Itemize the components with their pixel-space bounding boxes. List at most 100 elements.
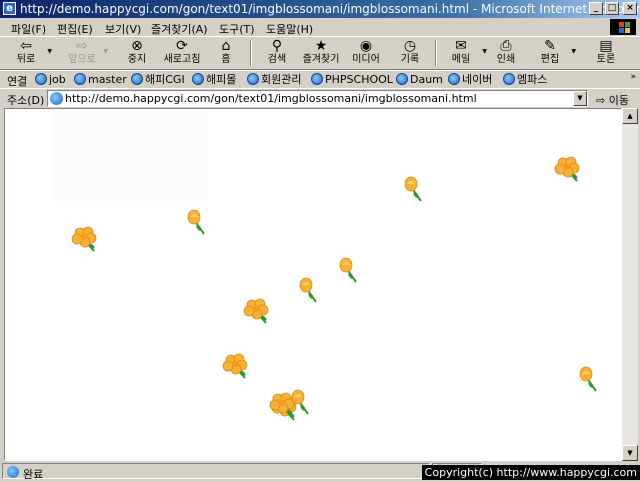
menu-bar: 파일(F) 편집(E) 보기(V) 즐겨찾기(A) 도구(T) 도움말(H) [0, 18, 640, 37]
link-label: 회원관리 [261, 73, 302, 86]
link-item[interactable]: master [74, 72, 127, 86]
forward-arrow-icon: ⇨ [76, 38, 88, 54]
history-label: 기록 [400, 54, 420, 65]
discuss-button[interactable]: ▤ 토론 [586, 38, 626, 68]
link-item[interactable]: Daum [396, 72, 443, 86]
close-button[interactable]: × [623, 2, 637, 15]
link-item[interactable]: PHPSCHOOL [311, 72, 393, 86]
title-bar: e http://demo.happycgi.com/gon/text01/im… [0, 0, 640, 18]
menu-view[interactable]: 보기(V) [105, 21, 141, 37]
ie-logo-icon: e [3, 2, 16, 15]
menu-edit[interactable]: 편집(E) [57, 21, 93, 37]
address-input[interactable] [65, 92, 565, 105]
chevron-down-icon[interactable]: ▼ [103, 48, 108, 55]
page-content [4, 108, 622, 461]
scroll-down-button[interactable]: ▼ [622, 445, 638, 461]
link-label: 해피CGI [145, 73, 185, 86]
forward-label: 앞으로 [68, 54, 96, 65]
print-button[interactable]: ⎙ 인쇄 [486, 38, 526, 68]
link-item[interactable]: job [35, 72, 66, 86]
go-arrow-icon: ⇨ [596, 94, 606, 107]
ie-link-icon [74, 73, 86, 85]
flower-bud-icon [575, 366, 605, 392]
ie-link-icon [247, 73, 259, 85]
menu-tools[interactable]: 도구(T) [219, 21, 255, 37]
address-field[interactable]: ▼ [47, 90, 588, 107]
refresh-button[interactable]: ⟳ 새로고침 [161, 38, 203, 68]
forward-button[interactable]: ⇨ 앞으로 ▼ [62, 38, 108, 68]
mail-icon: ✉ [455, 38, 467, 54]
media-icon: ◉ [359, 38, 373, 54]
chevron-down-icon[interactable]: ▼ [573, 91, 587, 106]
page-icon [50, 92, 63, 105]
ie-link-icon [311, 73, 323, 85]
chevron-down-icon[interactable]: ▼ [47, 48, 52, 55]
flower-bud-icon [295, 277, 325, 303]
discuss-label: 토론 [596, 54, 616, 65]
print-icon: ⎙ [500, 38, 512, 54]
ie-link-icon [396, 73, 408, 85]
favorites-icon: ★ [314, 38, 328, 54]
link-label: 해피몰 [206, 73, 237, 86]
history-icon: ◷ [403, 38, 417, 54]
home-button[interactable]: ⌂ 홈 [206, 38, 246, 68]
ie-link-icon [448, 73, 460, 85]
stop-label: 중지 [127, 54, 147, 65]
links-more-icon[interactable]: » [630, 72, 636, 82]
link-item[interactable]: 해피몰 [192, 72, 236, 86]
link-item[interactable]: 해피CGI [131, 72, 185, 86]
home-icon: ⌂ [221, 38, 231, 54]
minimize-button[interactable]: _ [589, 2, 603, 15]
status-bar: 완료 Copyright(c) http://www.happycgi.com [0, 462, 640, 481]
flower-bud-icon [183, 209, 213, 235]
flower-blossom-icon [70, 226, 100, 252]
favorites-button[interactable]: ★ 즐겨찾기 [301, 38, 341, 68]
media-button[interactable]: ◉ 미디어 [346, 38, 386, 68]
flower-blossom-icon [242, 298, 272, 324]
back-arrow-icon: ⇦ [20, 38, 32, 54]
scroll-up-button[interactable]: ▲ [622, 108, 638, 124]
window-title: http://demo.happycgi.com/gon/text01/imgb… [20, 2, 640, 16]
back-button[interactable]: ⇦ 뒤로 ▼ [6, 38, 52, 68]
vertical-scrollbar[interactable]: ▲ ▼ [622, 108, 638, 461]
address-label: 주소(D) [7, 94, 45, 107]
window-controls: _ □ × [589, 2, 637, 15]
refresh-icon: ⟳ [176, 38, 188, 54]
history-button[interactable]: ◷ 기록 [390, 38, 430, 68]
windows-logo-icon [610, 19, 636, 35]
mail-label: 메일 [451, 54, 471, 65]
ie-link-icon [192, 73, 204, 85]
menu-favorites[interactable]: 즐겨찾기(A) [151, 21, 208, 37]
link-label: Daum [410, 72, 443, 86]
menu-file[interactable]: 파일(F) [11, 21, 46, 37]
menu-help[interactable]: 도움말(H) [266, 21, 313, 37]
maximize-button[interactable]: □ [605, 2, 619, 15]
stop-icon: ⊗ [131, 38, 143, 54]
link-item[interactable]: 네이버 [448, 72, 492, 86]
standard-toolbar: ⇦ 뒤로 ▼ ⇨ 앞으로 ▼ ⊗ 중지 ⟳ 새로고침 ⌂ 홈 ⚲ 검색 ★ 즐겨… [0, 37, 640, 70]
go-button[interactable]: ⇨ 이동 [596, 92, 629, 108]
edit-icon: ✎ [544, 38, 556, 54]
mail-button[interactable]: ✉ 메일 ▼ [441, 38, 487, 68]
ie-link-icon [503, 73, 515, 85]
favorites-label: 즐겨찾기 [302, 54, 340, 65]
link-label: master [88, 72, 127, 86]
link-item[interactable]: 엠파스 [503, 72, 547, 86]
search-icon: ⚲ [271, 38, 283, 54]
back-label: 뒤로 [16, 54, 36, 65]
status-ie-icon [7, 466, 19, 478]
print-label: 인쇄 [496, 54, 516, 65]
flower-bud-icon [400, 176, 430, 202]
edit-button[interactable]: ✎ 편집 ▼ [530, 38, 576, 68]
discuss-icon: ▤ [599, 38, 613, 54]
address-bar: 주소(D) ▼ ⇨ 이동 [0, 88, 640, 108]
stop-button[interactable]: ⊗ 중지 [117, 38, 157, 68]
flower-blossom-icon [553, 156, 583, 182]
link-item[interactable]: 회원관리 [247, 72, 301, 86]
toolbar-separator [435, 40, 437, 66]
link-label: 네이버 [462, 73, 493, 86]
chevron-down-icon[interactable]: ▼ [571, 48, 576, 55]
flower-bud-icon [335, 257, 365, 283]
search-button[interactable]: ⚲ 검색 [257, 38, 297, 68]
edit-label: 편집 [540, 54, 560, 65]
